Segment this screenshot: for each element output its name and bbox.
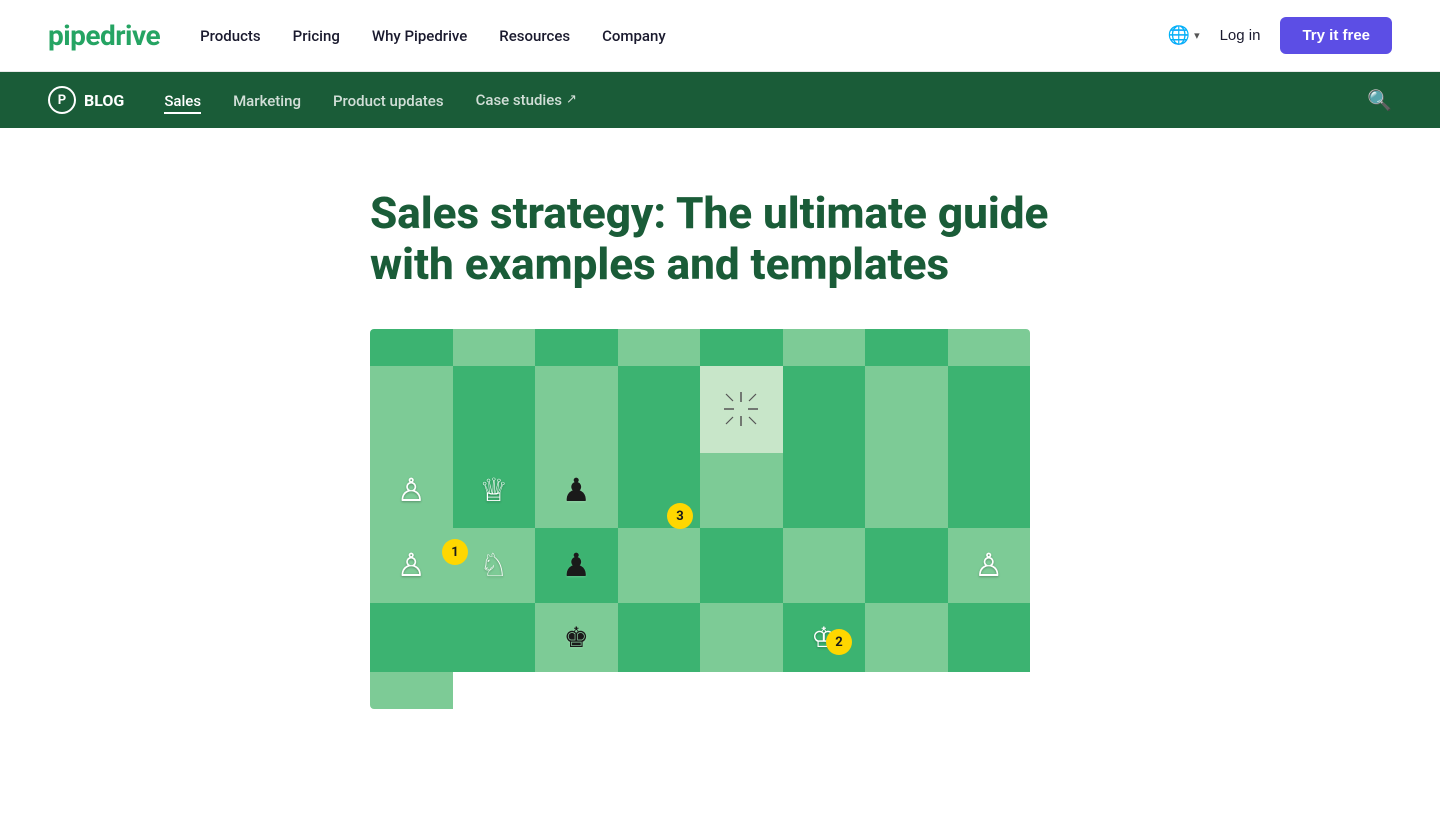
chess-cell — [370, 366, 453, 453]
chess-badge-2: 2 — [826, 629, 852, 655]
top-nav: pipedrive Products Pricing Why Pipedrive… — [0, 0, 1440, 72]
chess-cell — [948, 453, 1031, 528]
chess-cell — [618, 329, 701, 366]
blog-nav: P BLOG Sales Marketing Product updates C… — [0, 72, 1440, 128]
chess-cell — [783, 528, 866, 603]
language-selector[interactable]: 🌐 ▾ — [1168, 25, 1200, 46]
chess-cell: ♙ — [948, 528, 1031, 603]
chess-cell: ♙ — [370, 453, 453, 528]
blog-nav-sales[interactable]: Sales — [164, 92, 201, 114]
chess-cell — [948, 329, 1031, 366]
blog-nav-marketing[interactable]: Marketing — [233, 92, 301, 110]
chess-piece-black-king: ♚ — [564, 621, 589, 654]
chess-cell — [618, 603, 701, 673]
chess-target-cell — [700, 366, 783, 453]
blog-label: BLOG — [84, 91, 124, 110]
chess-cell — [370, 672, 453, 709]
chess-cell — [865, 329, 948, 366]
chess-cell: ♙ — [370, 528, 453, 603]
blog-nav-product-updates[interactable]: Product updates — [333, 92, 444, 110]
chess-cell — [783, 453, 866, 528]
chess-cell — [865, 603, 948, 673]
chess-piece-white-queen: ♕ — [479, 471, 508, 509]
chess-cell — [618, 366, 701, 453]
chess-cell — [700, 329, 783, 366]
chess-cell — [783, 329, 866, 366]
chess-badge-3: 3 — [667, 503, 693, 529]
chess-cell — [865, 453, 948, 528]
chess-cell — [700, 528, 783, 603]
chess-cell: ♘ — [453, 528, 536, 603]
chess-piece-black-pawn: ♟ — [562, 471, 591, 509]
chess-cell — [618, 528, 701, 603]
chess-cell — [865, 366, 948, 453]
target-icon — [716, 384, 766, 434]
nav-company[interactable]: Company — [602, 27, 666, 45]
chess-cell — [370, 329, 453, 366]
blog-logo-letter: P — [58, 93, 66, 108]
chess-cell: ♔ — [783, 603, 866, 673]
chess-cell: ♕ — [453, 453, 536, 528]
chess-piece-white-pawn: ♙ — [397, 471, 426, 509]
chess-cell — [948, 366, 1031, 453]
blog-logo-circle: P — [48, 86, 76, 114]
search-icon: 🔍 — [1367, 90, 1392, 112]
chess-board: ♙ ♕ ♟ ♙ — [370, 329, 1030, 709]
chess-cell — [453, 366, 536, 453]
chess-cell: ♚ — [535, 603, 618, 673]
chess-piece-black-pawn-2: ♟ — [562, 546, 591, 584]
chess-cell — [453, 603, 536, 673]
chess-cell — [783, 366, 866, 453]
chess-cell: ♟ — [535, 528, 618, 603]
chess-illustration: ♙ ♕ ♟ ♙ — [370, 329, 1030, 709]
nav-pricing[interactable]: Pricing — [293, 27, 340, 45]
chess-piece-white-pawn-2: ♙ — [397, 546, 426, 584]
blog-search-button[interactable]: 🔍 — [1367, 88, 1392, 113]
nav-resources[interactable]: Resources — [499, 27, 570, 45]
chess-cell — [700, 453, 783, 528]
chess-cell — [370, 603, 453, 673]
chess-cell — [535, 366, 618, 453]
try-free-button[interactable]: Try it free — [1280, 17, 1392, 54]
globe-icon: 🌐 — [1168, 25, 1190, 46]
chess-cell — [865, 528, 948, 603]
chess-cell — [535, 329, 618, 366]
chess-cell — [948, 603, 1031, 673]
blog-logo[interactable]: P BLOG — [48, 86, 124, 114]
main-content: Sales strategy: The ultimate guide with … — [0, 128, 1440, 709]
logo[interactable]: pipedrive — [48, 19, 160, 52]
nav-why-pipedrive[interactable]: Why Pipedrive — [372, 27, 467, 45]
chess-cell — [453, 329, 536, 366]
article-title: Sales strategy: The ultimate guide with … — [370, 188, 1070, 289]
login-button[interactable]: Log in — [1220, 27, 1261, 44]
chess-badge-1: 1 — [442, 539, 468, 565]
chess-cell — [700, 603, 783, 673]
chess-piece-white-knight: ♘ — [479, 546, 508, 584]
chess-cell: ♟ — [535, 453, 618, 528]
chess-piece-white-pawn-3: ♙ — [974, 546, 1003, 584]
blog-nav-case-studies[interactable]: Case studies ↗ — [476, 91, 577, 109]
external-link-icon: ↗ — [566, 92, 577, 107]
chevron-down-icon: ▾ — [1194, 29, 1200, 42]
nav-products[interactable]: Products — [200, 27, 261, 45]
